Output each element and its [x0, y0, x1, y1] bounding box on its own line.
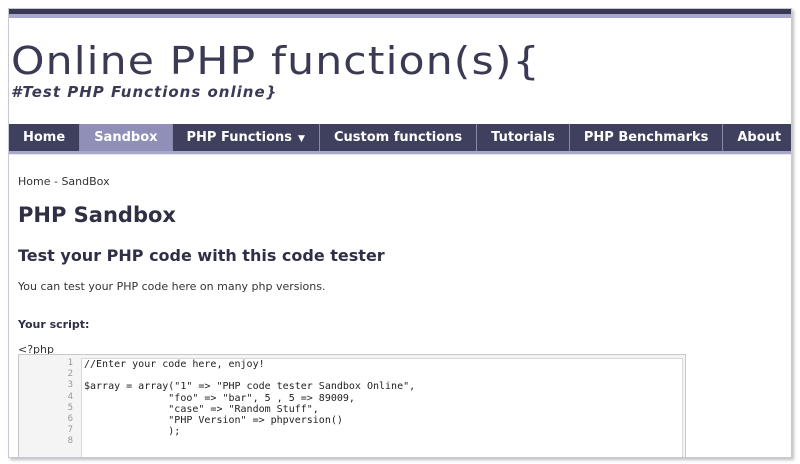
code-line: //Enter your code here, enjoy!	[84, 359, 265, 370]
breadcrumb-separator: -	[50, 175, 62, 188]
caret-down-icon: ▼	[298, 134, 305, 144]
breadcrumb-current: SandBox	[61, 175, 110, 188]
code-line: "foo" => "bar", 5 , 5 => 89009,	[84, 392, 355, 404]
intro-text: You can test your PHP code here on many …	[18, 280, 326, 293]
code-line: $array = array("1" => "PHP code tester S…	[84, 381, 416, 393]
nav-item-label: Custom functions	[333, 130, 463, 145]
main-nav: Home Sandbox PHP Functions ▼ Custom funct…	[9, 124, 791, 154]
site-title[interactable]: Online PHP function(s){	[11, 41, 541, 81]
page-subtitle: Test your PHP code with this code tester	[18, 246, 385, 265]
nav-item-label: Sandbox	[94, 130, 158, 145]
browser-page: Online PHP function(s){ #Test PHP Functi…	[8, 8, 792, 458]
line-number: 3	[67, 380, 73, 391]
line-number-gutter: 1 2 3 4 5 6 7 8	[19, 358, 73, 448]
nav-item-about[interactable]: About	[723, 124, 791, 151]
line-number: 8	[67, 436, 73, 447]
site-tagline: #Test PHP Functions online}	[11, 83, 278, 101]
code-textarea[interactable]: //Enter your code here, enjoy! $array = …	[81, 358, 683, 457]
nav-item-label: Home	[23, 130, 66, 145]
line-number: 6	[67, 413, 73, 424]
nav-item-tutorials[interactable]: Tutorials	[477, 124, 570, 151]
nav-item-label: PHP Benchmarks	[583, 130, 709, 145]
nav-item-sandbox[interactable]: Sandbox	[80, 124, 173, 151]
nav-item-home[interactable]: Home	[9, 124, 81, 151]
code-editor[interactable]: 1 2 3 4 5 6 7 8 //Enter your code here, …	[18, 354, 686, 457]
code-line: );	[84, 426, 181, 438]
line-number: 7	[67, 425, 73, 436]
breadcrumb-home-link[interactable]: Home	[18, 175, 50, 188]
code-line: "PHP Version" => phpversion()	[84, 414, 343, 426]
nav-item-label: About	[737, 130, 782, 145]
breadcrumb: Home - SandBox	[18, 175, 110, 188]
nav-item-php-functions[interactable]: PHP Functions ▼	[173, 124, 320, 151]
nav-item-label: PHP Functions	[186, 130, 293, 145]
top-accent-stripe	[9, 14, 791, 18]
code-line: "case" => "Random Stuff",	[84, 403, 319, 415]
nav-item-custom-functions[interactable]: Custom functions	[320, 124, 478, 151]
nav-item-label: Tutorials	[491, 130, 555, 145]
line-number: 5	[67, 402, 73, 413]
line-number: 1	[67, 358, 73, 368]
nav-divider	[9, 154, 791, 155]
page-title: PHP Sandbox	[18, 203, 176, 227]
script-label: Your script:	[18, 318, 90, 331]
nav-item-php-benchmarks[interactable]: PHP Benchmarks	[570, 124, 724, 151]
line-number: 2	[67, 369, 73, 380]
line-number: 4	[67, 391, 73, 402]
